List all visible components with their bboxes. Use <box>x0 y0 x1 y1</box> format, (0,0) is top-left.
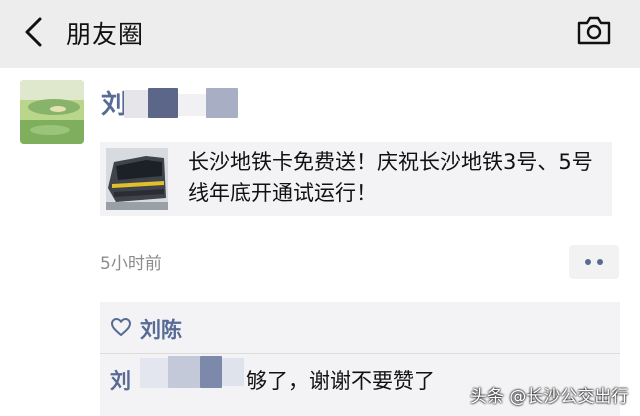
redacted-block <box>140 358 168 388</box>
redacted-block <box>222 358 244 386</box>
redacted-block <box>178 94 206 116</box>
shared-link-thumbnail <box>106 148 168 210</box>
shared-link-card[interactable]: 长沙地铁卡免费送！庆祝长沙地铁3号、5号线年底开通试运行！ <box>100 142 612 216</box>
shared-link-title: 长沙地铁卡免费送！庆祝长沙地铁3号、5号线年底开通试运行！ <box>188 150 593 205</box>
post-timestamp: 5小时前 <box>100 254 162 274</box>
author-avatar[interactable] <box>20 80 84 144</box>
heart-icon <box>111 318 131 336</box>
divider <box>100 353 620 354</box>
comment-text: 够了，谢谢不要赞了 <box>246 369 435 393</box>
source-watermark: 头条 @长沙公交出行 <box>470 387 629 407</box>
redacted-block <box>168 356 200 388</box>
camera-icon[interactable] <box>576 14 612 46</box>
more-actions-button[interactable] <box>569 245 619 279</box>
more-dots-icon <box>597 259 603 265</box>
top-navigation-bar: 朋友圈 <box>0 0 640 68</box>
redacted-block <box>148 88 178 118</box>
avatar-image <box>20 80 84 144</box>
page-title: 朋友圈 <box>66 20 145 49</box>
redacted-block <box>200 356 222 388</box>
more-dots-icon <box>585 259 591 265</box>
liker-name[interactable]: 刘陈 <box>140 314 182 344</box>
redacted-block <box>206 88 238 118</box>
chevron-left-icon[interactable] <box>20 16 50 48</box>
comment-author[interactable]: 刘 <box>110 365 131 395</box>
metro-train-image <box>106 148 168 210</box>
